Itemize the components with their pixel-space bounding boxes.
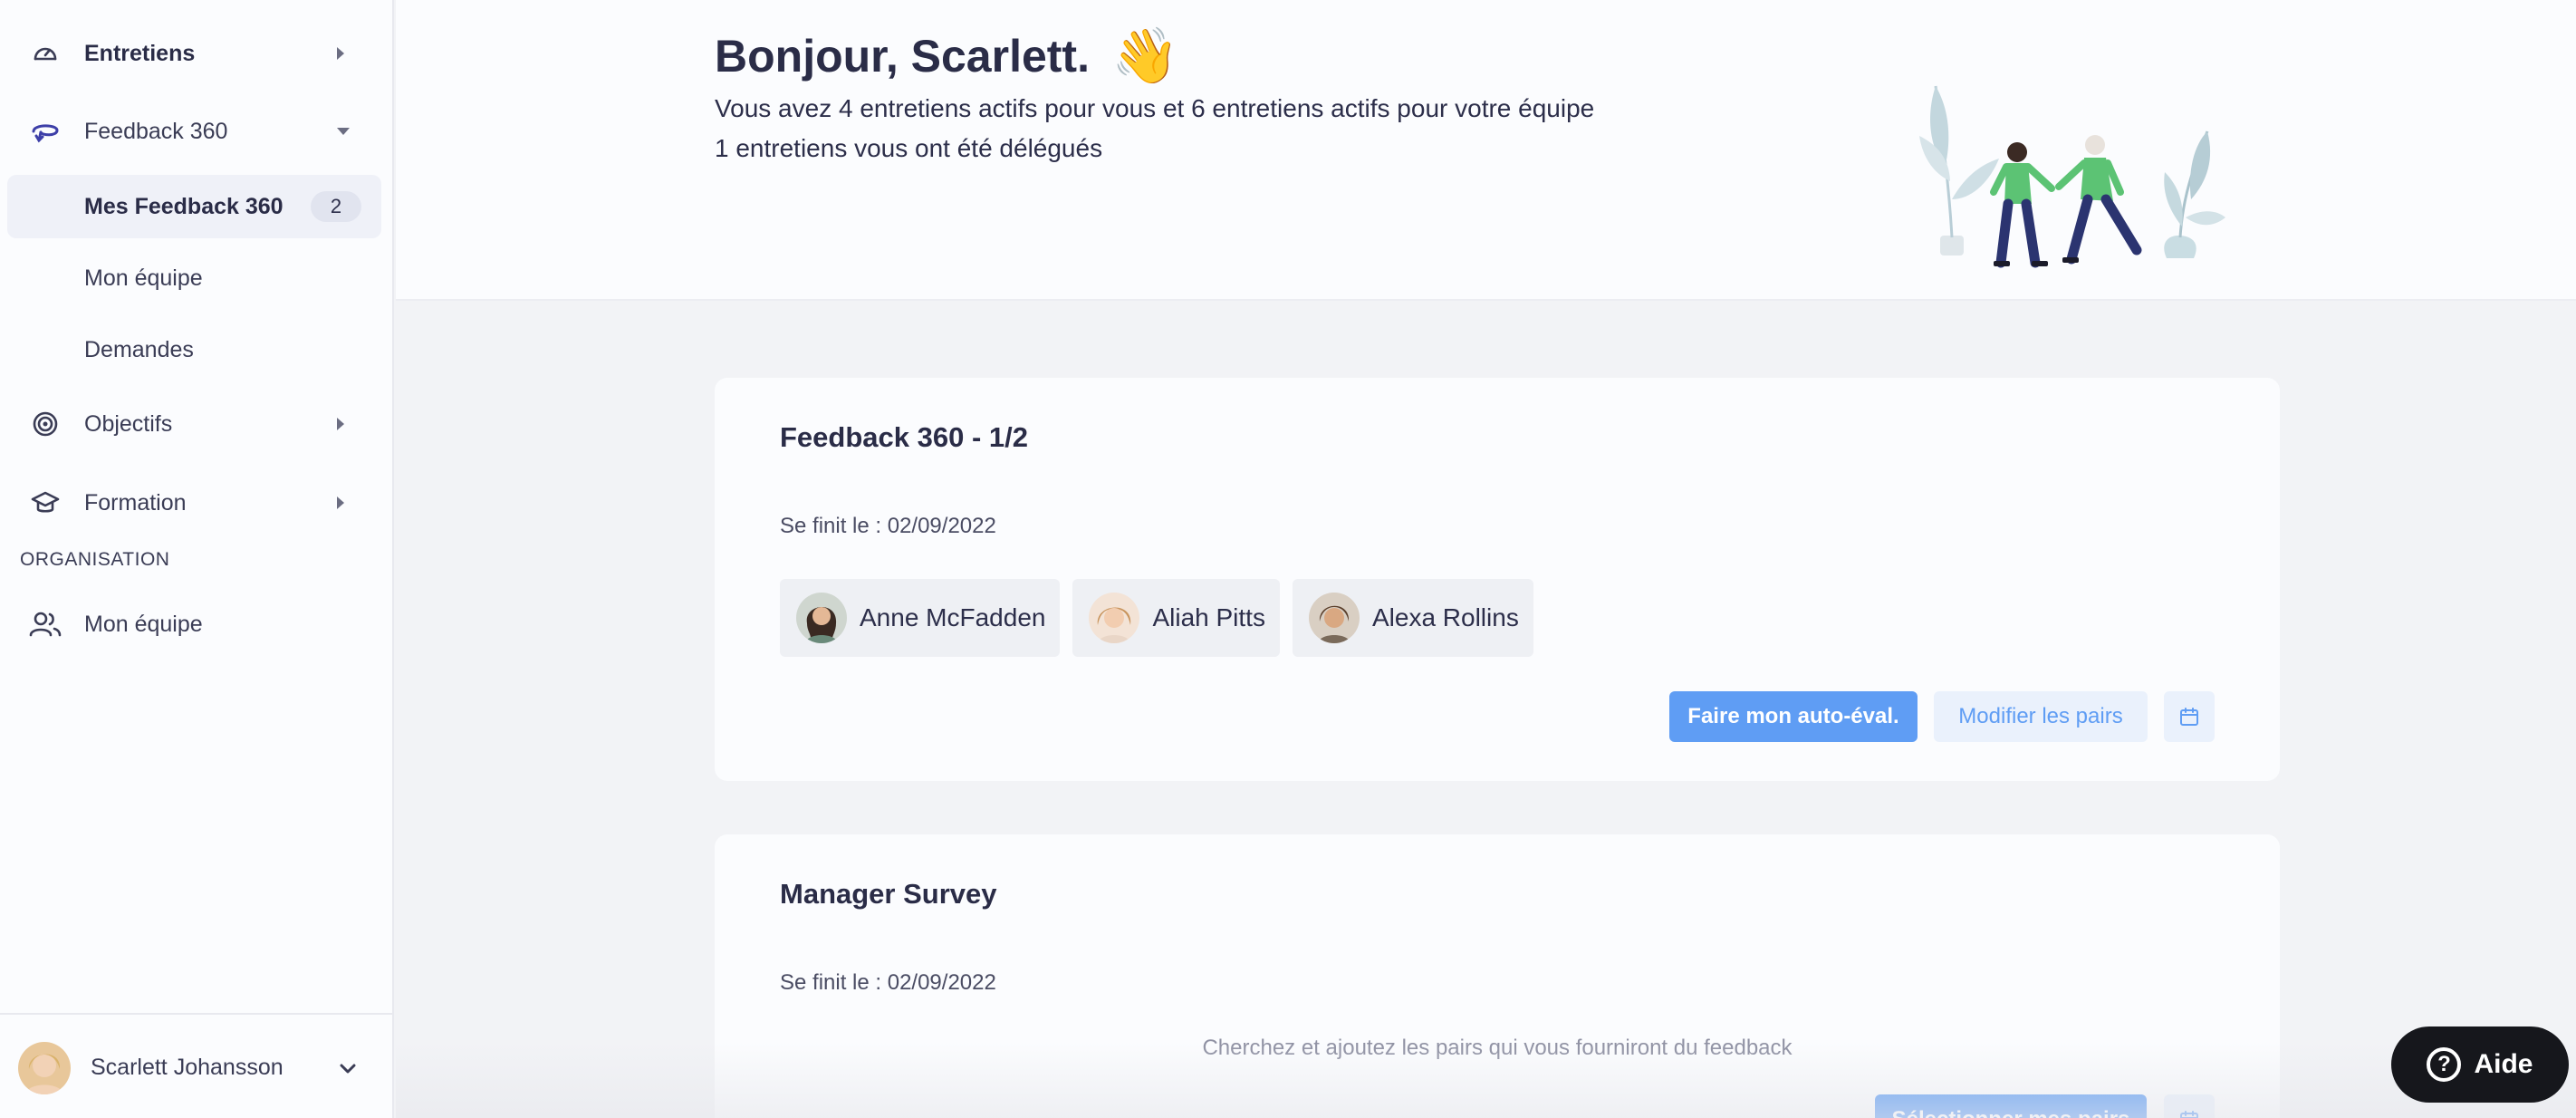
sub-item-label: Demandes xyxy=(84,336,194,362)
peer-chip[interactable]: Alexa Rollins xyxy=(1292,579,1533,657)
sidebar-item-mes-feedback-360[interactable]: Mes Feedback 360 2 xyxy=(7,175,381,238)
calendar-icon xyxy=(2180,708,2198,726)
caret-right-icon xyxy=(337,47,344,60)
active-interviews-text: Vous avez 4 entretiens actifs pour vous … xyxy=(715,94,1595,122)
welcome-header: Bonjour, Scarlett. 👋 Vous avez 4 entreti… xyxy=(396,0,2576,301)
nav-item-label: Entretiens xyxy=(84,40,196,66)
feedback-card: Feedback 360 - 1/2 Se finit le : 02/09/2… xyxy=(715,378,2280,781)
delegated-interviews-text: 1 entretiens vous ont été délégués xyxy=(715,134,1103,162)
avatar xyxy=(1308,593,1360,643)
waving-hand-icon: 👋 xyxy=(1110,25,1179,86)
section-title-organisation: ORGANISATION xyxy=(20,549,170,570)
nav-item-objectifs[interactable]: Objectifs xyxy=(0,388,394,460)
nav-item-label: Mon équipe xyxy=(84,611,203,637)
peer-chip[interactable]: Aliah Pitts xyxy=(1072,579,1280,657)
nav-item-mon-equipe[interactable]: Mon équipe xyxy=(0,588,394,660)
user-menu[interactable]: Scarlett Johansson xyxy=(0,1013,394,1118)
peer-list: Anne McFadden Aliah Pitts Alexa Rollins xyxy=(780,579,1533,657)
edit-peers-button[interactable]: Modifier les pairs xyxy=(1934,691,2148,742)
caret-right-icon xyxy=(337,418,344,430)
select-peers-button[interactable]: Sélectionner mes pairs xyxy=(1875,1094,2147,1118)
welcome-illustration xyxy=(1919,85,2225,268)
sidebar-item-demandes[interactable]: Demandes xyxy=(7,318,381,381)
help-button[interactable]: ? Aide xyxy=(2391,1026,2569,1103)
peer-name: Alexa Rollins xyxy=(1371,603,1519,631)
card-title: Manager Survey xyxy=(780,878,997,910)
count-badge: 2 xyxy=(311,191,361,222)
gauge-icon xyxy=(27,35,63,72)
nav-item-label: Objectifs xyxy=(84,410,173,437)
avatar xyxy=(18,1042,71,1094)
survey-card: Manager Survey Se finit le : 02/09/2022 … xyxy=(715,834,2280,1118)
caret-down-icon xyxy=(337,128,350,135)
nav-item-label: Feedback 360 xyxy=(84,118,228,144)
sub-item-label: Mes Feedback 360 xyxy=(84,193,284,219)
self-evaluation-button[interactable]: Faire mon auto-éval. xyxy=(1669,691,1918,742)
question-icon: ? xyxy=(2427,1047,2462,1082)
greeting: Bonjour, Scarlett. 👋 xyxy=(715,29,1179,83)
user-name: Scarlett Johansson xyxy=(91,1055,284,1080)
card-title: Feedback 360 - 1/2 xyxy=(780,421,1028,453)
feedback-loop-icon xyxy=(27,113,63,149)
calendar-button[interactable] xyxy=(2164,1094,2215,1118)
empty-peers-hint: Cherchez et ajoutez les pairs qui vous f… xyxy=(1202,1036,1793,1060)
peer-name: Anne McFadden xyxy=(860,603,1046,631)
peer-name: Aliah Pitts xyxy=(1152,603,1265,631)
target-icon xyxy=(27,406,63,442)
users-icon xyxy=(27,606,63,642)
due-date: Se finit le : 02/09/2022 xyxy=(780,970,996,995)
greeting-text: Bonjour, Scarlett. xyxy=(715,31,1090,82)
peer-chip[interactable]: Anne McFadden xyxy=(780,579,1061,657)
graduation-cap-icon xyxy=(27,485,63,521)
sidebar-item-mon-equipe-feedback[interactable]: Mon équipe xyxy=(7,246,381,310)
nav-item-feedback-360[interactable]: Feedback 360 xyxy=(0,95,394,168)
nav-item-label: Formation xyxy=(84,489,187,516)
nav-item-entretiens[interactable]: Entretiens xyxy=(0,17,394,90)
avatar xyxy=(796,593,847,643)
due-date: Se finit le : 02/09/2022 xyxy=(780,514,996,538)
calendar-icon xyxy=(2180,1111,2198,1118)
chevron-down-icon[interactable] xyxy=(335,1056,360,1082)
sidebar: Entretiens Feedback 360 Mes Feedback 360… xyxy=(0,0,394,1118)
help-label: Aide xyxy=(2474,1049,2533,1079)
nav-item-formation[interactable]: Formation xyxy=(0,467,394,539)
calendar-button[interactable] xyxy=(2164,691,2215,742)
caret-right-icon xyxy=(337,496,344,509)
sub-item-label: Mon équipe xyxy=(84,265,203,291)
avatar xyxy=(1089,593,1140,643)
